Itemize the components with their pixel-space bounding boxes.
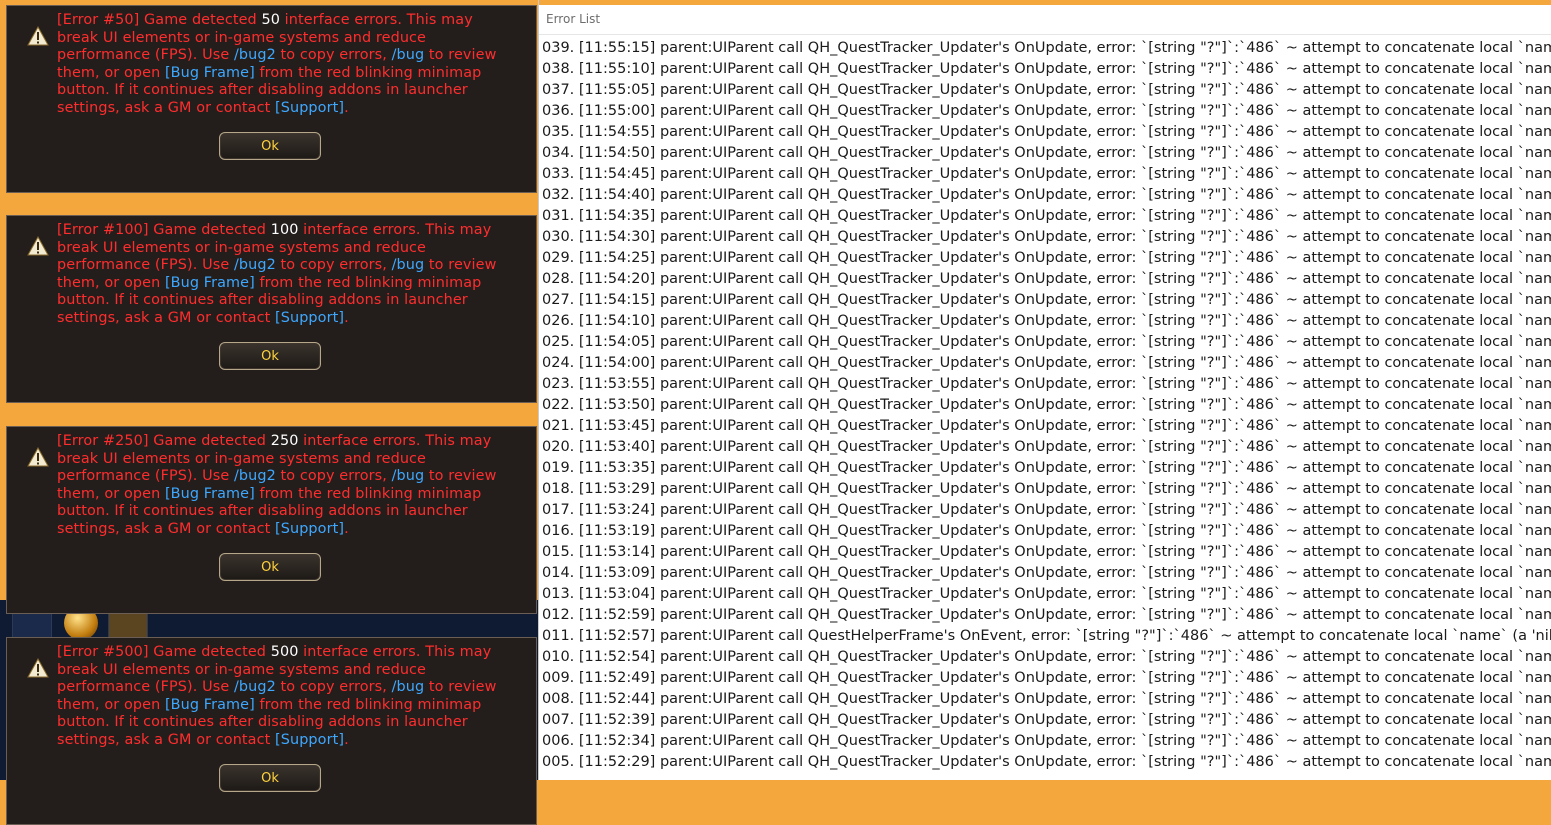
error-text: to copy errors, (275, 679, 392, 696)
error-list-row[interactable]: 006. [11:52:34] parent:UIParent call QH_… (542, 731, 1551, 752)
error-list-row[interactable]: 036. [11:55:00] parent:UIParent call QH_… (542, 101, 1551, 122)
error-list-row[interactable]: 032. [11:54:40] parent:UIParent call QH_… (542, 185, 1551, 206)
warning-icon (27, 658, 49, 678)
error-list[interactable]: 039. [11:55:15] parent:UIParent call QH_… (542, 38, 1551, 773)
ok-button[interactable]: Ok (219, 342, 321, 370)
error-prefix: [Error #100] Game detected (57, 222, 271, 238)
error-list-row[interactable]: 015. [11:53:14] parent:UIParent call QH_… (542, 542, 1551, 563)
bug-command: /bug (391, 679, 425, 696)
error-count: 50 (261, 12, 280, 28)
error-text: to copy errors, (275, 468, 392, 485)
error-prefix: [Error #500] Game detected (57, 644, 271, 660)
error-list-row[interactable]: 020. [11:53:40] parent:UIParent call QH_… (542, 437, 1551, 458)
error-text: . (344, 309, 349, 326)
warning-icon (27, 26, 49, 46)
bug-frame-link[interactable]: [Bug Frame] (165, 275, 255, 291)
error-text: . (344, 520, 349, 537)
bug-frame-link[interactable]: [Bug Frame] (165, 65, 255, 81)
error-message: [Error #100] Game detected 100 interface… (57, 222, 497, 328)
bug2-command: /bug2 (233, 257, 276, 274)
warning-icon (27, 236, 49, 256)
error-list-row[interactable]: 019. [11:53:35] parent:UIParent call QH_… (542, 458, 1551, 479)
error-list-row[interactable]: 033. [11:54:45] parent:UIParent call QH_… (542, 164, 1551, 185)
support-link[interactable]: [Support] (275, 732, 344, 748)
error-list-row[interactable]: 011. [11:52:57] parent:UIParent call Que… (542, 626, 1551, 647)
error-list-row[interactable]: 009. [11:52:49] parent:UIParent call QH_… (542, 668, 1551, 689)
ok-button[interactable]: Ok (219, 132, 321, 160)
error-list-row[interactable]: 025. [11:54:05] parent:UIParent call QH_… (542, 332, 1551, 353)
error-text: to copy errors, (275, 47, 392, 64)
ok-button[interactable]: Ok (219, 553, 321, 581)
error-list-titlebar[interactable]: Error List (539, 5, 1551, 35)
error-list-row[interactable]: 012. [11:52:59] parent:UIParent call QH_… (542, 605, 1551, 626)
error-message: [Error #250] Game detected 250 interface… (57, 433, 497, 539)
error-list-row[interactable]: 016. [11:53:19] parent:UIParent call QH_… (542, 521, 1551, 542)
error-list-row[interactable]: 028. [11:54:20] parent:UIParent call QH_… (542, 269, 1551, 290)
error-list-row[interactable]: 008. [11:52:44] parent:UIParent call QH_… (542, 689, 1551, 710)
bug-command: /bug (391, 47, 425, 64)
error-list-row[interactable]: 023. [11:53:55] parent:UIParent call QH_… (542, 374, 1551, 395)
error-prefix: [Error #250] Game detected (57, 433, 271, 449)
bug-frame-link[interactable]: [Bug Frame] (165, 486, 255, 502)
error-list-row[interactable]: 039. [11:55:15] parent:UIParent call QH_… (542, 38, 1551, 59)
support-link[interactable]: [Support] (275, 100, 344, 116)
bug2-command: /bug2 (233, 47, 276, 64)
error-count: 100 (270, 222, 299, 238)
error-warning-dialog: [Error #250] Game detected 250 interface… (6, 426, 537, 614)
support-link[interactable]: [Support] (275, 310, 344, 326)
error-warning-dialog: [Error #500] Game detected 500 interface… (6, 637, 537, 825)
error-text: to copy errors, (275, 257, 392, 274)
error-list-row[interactable]: 029. [11:54:25] parent:UIParent call QH_… (542, 248, 1551, 269)
error-message: [Error #50] Game detected 50 interface e… (57, 12, 497, 118)
error-message: [Error #500] Game detected 500 interface… (57, 644, 497, 750)
error-count: 250 (270, 433, 299, 449)
error-list-row[interactable]: 027. [11:54:15] parent:UIParent call QH_… (542, 290, 1551, 311)
error-list-row[interactable]: 037. [11:55:05] parent:UIParent call QH_… (542, 80, 1551, 101)
error-text: . (344, 731, 349, 748)
error-list-row[interactable]: 038. [11:55:10] parent:UIParent call QH_… (542, 59, 1551, 80)
bug2-command: /bug2 (233, 679, 276, 696)
error-list-row[interactable]: 018. [11:53:29] parent:UIParent call QH_… (542, 479, 1551, 500)
error-list-row[interactable]: 026. [11:54:10] parent:UIParent call QH_… (542, 311, 1551, 332)
error-list-row[interactable]: 005. [11:52:29] parent:UIParent call QH_… (542, 752, 1551, 773)
bug-command: /bug (391, 257, 425, 274)
bug-frame-link[interactable]: [Bug Frame] (165, 697, 255, 713)
error-list-row[interactable]: 022. [11:53:50] parent:UIParent call QH_… (542, 395, 1551, 416)
error-warning-dialog: [Error #100] Game detected 100 interface… (6, 215, 537, 403)
error-prefix: [Error #50] Game detected (57, 12, 262, 28)
error-list-title: Error List (546, 12, 601, 26)
error-list-row[interactable]: 024. [11:54:00] parent:UIParent call QH_… (542, 353, 1551, 374)
error-list-row[interactable]: 034. [11:54:50] parent:UIParent call QH_… (542, 143, 1551, 164)
bug-command: /bug (391, 468, 425, 485)
support-link[interactable]: [Support] (275, 521, 344, 537)
error-list-row[interactable]: 021. [11:53:45] parent:UIParent call QH_… (542, 416, 1551, 437)
error-list-row[interactable]: 007. [11:52:39] parent:UIParent call QH_… (542, 710, 1551, 731)
error-list-row[interactable]: 017. [11:53:24] parent:UIParent call QH_… (542, 500, 1551, 521)
error-list-row[interactable]: 031. [11:54:35] parent:UIParent call QH_… (542, 206, 1551, 227)
ok-button[interactable]: Ok (219, 764, 321, 792)
bug2-command: /bug2 (233, 468, 276, 485)
error-list-row[interactable]: 030. [11:54:30] parent:UIParent call QH_… (542, 227, 1551, 248)
error-list-window: Error List 039. [11:55:15] parent:UIPare… (538, 0, 1551, 780)
error-list-row[interactable]: 013. [11:53:04] parent:UIParent call QH_… (542, 584, 1551, 605)
error-list-row[interactable]: 014. [11:53:09] parent:UIParent call QH_… (542, 563, 1551, 584)
error-count: 500 (270, 644, 299, 660)
error-list-row[interactable]: 035. [11:54:55] parent:UIParent call QH_… (542, 122, 1551, 143)
warning-icon (27, 447, 49, 467)
error-list-row[interactable]: 010. [11:52:54] parent:UIParent call QH_… (542, 647, 1551, 668)
error-text: . (344, 99, 349, 116)
error-warning-dialog: [Error #50] Game detected 50 interface e… (6, 5, 537, 193)
